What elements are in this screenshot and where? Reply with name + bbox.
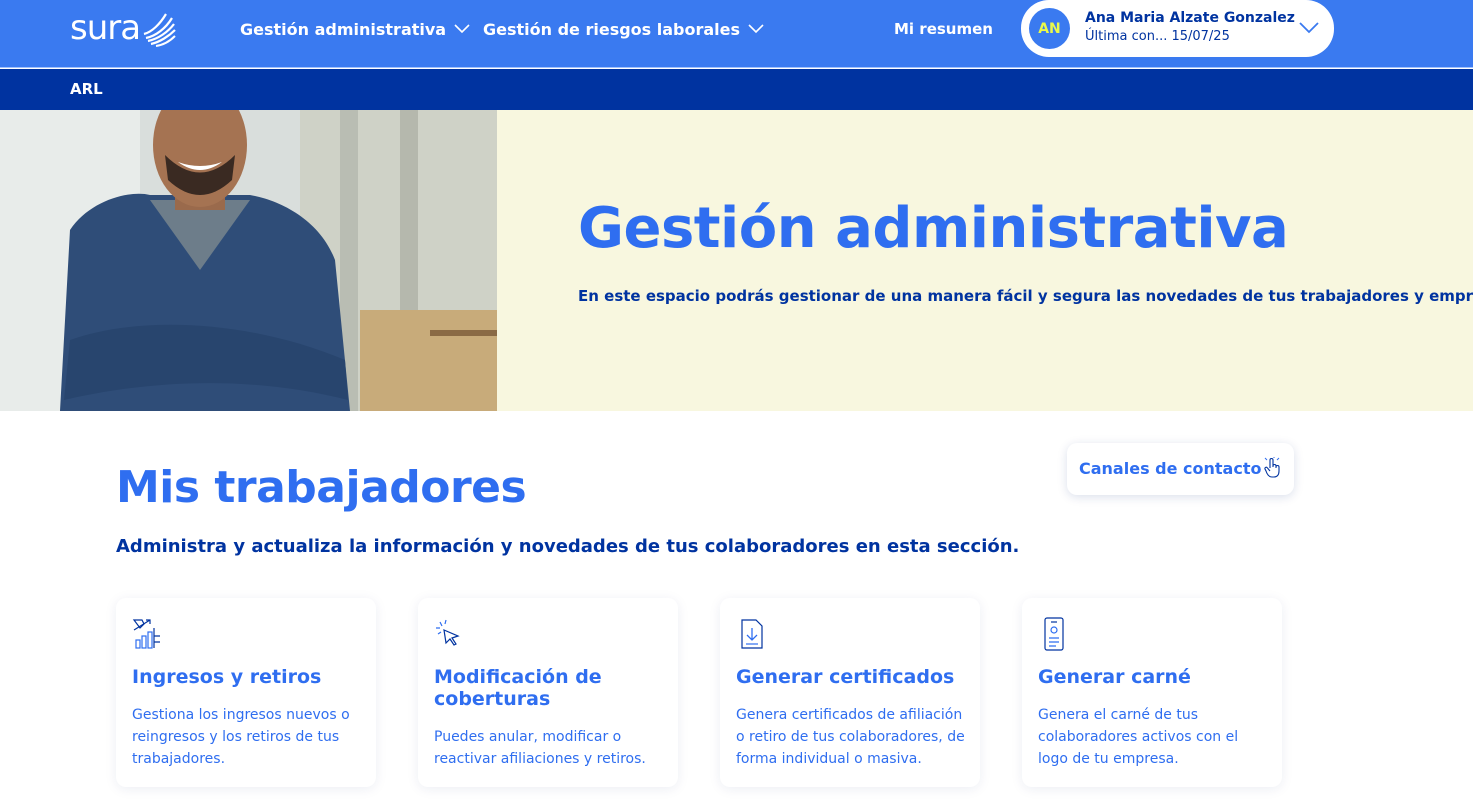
hero-person-illustration xyxy=(0,110,497,411)
sura-logo[interactable]: sura xyxy=(70,8,176,48)
hero-title: Gestión administrativa xyxy=(578,196,1289,261)
card-generar-carne[interactable]: Generar carné Genera el carné de tus col… xyxy=(1022,598,1282,787)
last-connection: Última con... 15/07/25 xyxy=(1085,29,1230,44)
card-modificacion-coberturas[interactable]: Modificación de coberturas Puedes anular… xyxy=(418,598,678,787)
breadcrumb-arl[interactable]: ARL xyxy=(70,80,103,98)
hand-pointer-icon xyxy=(1264,457,1280,478)
section-subtitle: Administra y actualiza la información y … xyxy=(116,536,1020,557)
nav-label: Gestión de riesgos laborales xyxy=(483,19,741,39)
hero-image xyxy=(0,110,497,411)
sub-navigation-bar: ARL xyxy=(0,69,1473,110)
card-title: Generar certificados xyxy=(736,666,955,688)
card-title: Modificación de coberturas xyxy=(434,666,602,710)
top-navigation-bar: sura Gestión administrativa Gestión de r… xyxy=(0,0,1473,68)
card-title: Generar carné xyxy=(1038,666,1191,688)
chart-growth-icon xyxy=(132,619,160,649)
card-description: Gestiona los ingresos nuevos o reingreso… xyxy=(132,707,350,767)
nav-gestion-administrativa[interactable]: Gestión administrativa xyxy=(240,18,470,40)
user-name: Ana Maria Alzate Gonzalez xyxy=(1085,10,1295,26)
nav-label: Mi resumen xyxy=(894,20,993,38)
nav-mi-resumen[interactable]: Mi resumen xyxy=(894,18,993,40)
card-description: Genera el carné de tus colaboradores act… xyxy=(1038,707,1239,767)
user-menu[interactable]: AN Ana Maria Alzate Gonzalez Última con.… xyxy=(1021,0,1334,57)
id-card-icon xyxy=(1044,617,1064,651)
logo-wings-icon xyxy=(143,13,176,47)
nav-label: Gestión administrativa xyxy=(240,19,447,39)
section-title: Mis trabajadores xyxy=(116,462,527,513)
card-generar-certificados[interactable]: Generar certificados Genera certificados… xyxy=(720,598,980,787)
card-description: Genera certificados de afiliación o reti… xyxy=(736,707,965,767)
nav-gestion-riesgos-laborales[interactable]: Gestión de riesgos laborales xyxy=(483,18,764,40)
contact-channels-button[interactable]: Canales de contacto xyxy=(1067,443,1294,495)
document-download-icon xyxy=(741,619,763,649)
chevron-down-icon xyxy=(1299,22,1319,34)
chevron-down-icon xyxy=(748,24,764,34)
card-title: Ingresos y retiros xyxy=(132,666,322,688)
chevron-down-icon xyxy=(454,24,470,34)
card-description: Puedes anular, modificar o reactivar afi… xyxy=(434,729,646,767)
avatar: AN xyxy=(1029,8,1070,49)
cursor-click-icon xyxy=(436,619,460,646)
contact-label: Canales de contacto xyxy=(1079,459,1262,478)
hero-subtitle: En este espacio podrás gestionar de una … xyxy=(578,287,1473,305)
card-ingresos-retiros[interactable]: Ingresos y retiros Gestiona los ingresos… xyxy=(116,598,376,787)
logo-text: sura xyxy=(70,8,141,48)
